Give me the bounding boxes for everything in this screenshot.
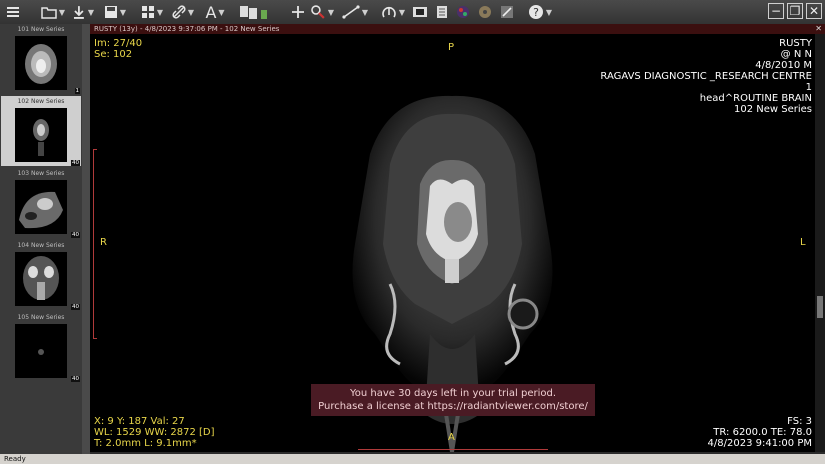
status-bar: Ready — [0, 454, 825, 464]
study-description: head^ROUTINE BRAIN — [699, 93, 812, 104]
restore-button[interactable]: ❐ — [787, 3, 803, 19]
series-label: 104 New Series — [17, 242, 65, 249]
patient-name: RUSTY — [779, 38, 812, 49]
orientation-right: L — [800, 237, 806, 248]
main-toolbar: ▼ ▼ ▼ ▼ ▼ A ▼ ▼ ▼ ▼ ? ▼ − ❐ ✕ — [0, 0, 825, 25]
3d-icon[interactable] — [454, 2, 472, 22]
text-annotation-icon[interactable]: A ▼ — [201, 2, 229, 22]
orientation-left: R — [100, 237, 107, 248]
series-description: 102 New Series — [733, 104, 812, 115]
settings-icon[interactable] — [476, 2, 494, 22]
open-folder-icon[interactable]: ▼ — [40, 2, 66, 22]
overlay-bottom-right: FS: 3 TR: 6200.0 TE: 78.0 4/8/2023 9:41:… — [708, 416, 812, 449]
tr-te-readout: TR: 6200.0 TE: 78.0 — [713, 427, 812, 438]
overlay-top-left: Im: 27/40 Se: 102 — [94, 38, 142, 60]
accession-number: 1 — [805, 82, 812, 93]
field-strength: FS: 3 — [787, 416, 812, 427]
tools-icon[interactable] — [498, 2, 516, 22]
horizontal-scale-ruler — [358, 449, 548, 452]
institution-name: RAGAVS DIAGNOSTIC _RESEARCH CENTRE — [600, 71, 812, 82]
series-number: Se: 102 — [94, 49, 133, 60]
series-panel: 101 New Series 1 102 New Series 40 103 N… — [0, 24, 83, 454]
trial-notice[interactable]: You have 30 days left in your trial peri… — [311, 384, 595, 416]
series-label: 102 New Series — [17, 98, 65, 105]
series-image-count: 40 — [71, 376, 80, 382]
close-button[interactable]: ✕ — [806, 3, 822, 19]
link-icon[interactable]: ▼ — [170, 2, 196, 22]
viewer-titlebar: RUSTY (13y) - 4/8/2023 9:37:06 PM - 102 … — [90, 24, 825, 34]
window-level-readout: WL: 1529 WW: 2872 [D] — [94, 427, 215, 438]
vertical-scale-ruler — [93, 149, 97, 339]
series-thumbnail[interactable]: 104 New Series 40 — [1, 240, 81, 310]
series-image-count: 40 — [71, 232, 80, 238]
series-thumbnail[interactable]: 103 New Series 40 — [1, 168, 81, 238]
series-label: 103 New Series — [17, 170, 65, 177]
save-icon[interactable]: ▼ — [103, 2, 127, 22]
series-image-count: 40 — [71, 160, 80, 166]
status-text: Ready — [4, 455, 26, 463]
series-thumbnail[interactable]: 102 New Series 40 — [1, 96, 81, 166]
series-image-count: 40 — [71, 304, 80, 310]
magnify-icon[interactable]: ▼ — [310, 2, 334, 22]
minimize-button[interactable]: − — [768, 3, 784, 19]
film-icon[interactable] — [410, 2, 430, 22]
svg-text:?: ? — [533, 6, 539, 19]
cursor-readout: X: 9 Y: 187 Val: 27 — [94, 416, 185, 427]
series-thumbnail-image — [15, 36, 67, 90]
acquisition-datetime: 4/8/2023 9:41:00 PM — [707, 438, 812, 449]
menu-icon[interactable] — [4, 2, 22, 22]
series-thumbnail[interactable]: 101 New Series 1 — [1, 24, 81, 94]
download-icon[interactable]: ▼ — [72, 2, 94, 22]
rotate-icon[interactable]: ▼ — [380, 2, 406, 22]
scroll-icon[interactable] — [433, 2, 451, 22]
help-icon[interactable]: ? ▼ — [526, 2, 554, 22]
viewer-scrollbar-thumb[interactable] — [817, 296, 823, 318]
image-viewport[interactable]: Im: 27/40 Se: 102 RUSTY @ N N 4/8/2010 M… — [90, 34, 815, 452]
series-thumbnail-image — [15, 252, 67, 306]
series-label: 105 New Series — [17, 314, 65, 321]
trial-days-text: You have 30 days left in your trial peri… — [349, 388, 557, 399]
viewer-vertical-scrollbar[interactable] — [815, 34, 825, 452]
series-thumbnail-image — [15, 108, 67, 162]
orientation-bottom: A — [448, 432, 455, 443]
patient-dob-sex: 4/8/2010 M — [755, 60, 812, 71]
series-thumbnail-image — [15, 180, 67, 234]
trial-license-link[interactable]: Purchase a license at https://radiantvie… — [311, 400, 595, 413]
overlay-bottom-left: X: 9 Y: 187 Val: 27 WL: 1529 WW: 2872 [D… — [94, 416, 215, 449]
layout-grid-icon[interactable]: ▼ — [139, 2, 165, 22]
close-viewer-icon[interactable]: ✕ — [815, 24, 822, 34]
slice-thickness-readout: T: 2.0mm L: 9.1mm* — [94, 438, 197, 449]
image-index: Im: 27/40 — [94, 38, 143, 49]
series-thumbnail-image — [15, 324, 67, 378]
series-panel-scrollbar[interactable] — [82, 24, 90, 454]
series-image-count: 1 — [74, 88, 80, 94]
series-thumbnail[interactable]: 105 New Series 40 — [1, 312, 81, 382]
patient-id: @ N N — [780, 49, 812, 60]
overlay-top-right: RUSTY @ N N 4/8/2010 M RAGAVS DIAGNOSTIC… — [600, 38, 812, 115]
crosshair-icon[interactable] — [289, 2, 307, 22]
orientation-top: P — [448, 42, 455, 53]
measure-icon[interactable]: ▼ — [341, 2, 369, 22]
series-label: 101 New Series — [17, 26, 65, 33]
viewer-title: RUSTY (13y) - 4/8/2023 9:37:06 PM - 102 … — [94, 25, 280, 33]
reports-icon[interactable] — [236, 2, 272, 22]
